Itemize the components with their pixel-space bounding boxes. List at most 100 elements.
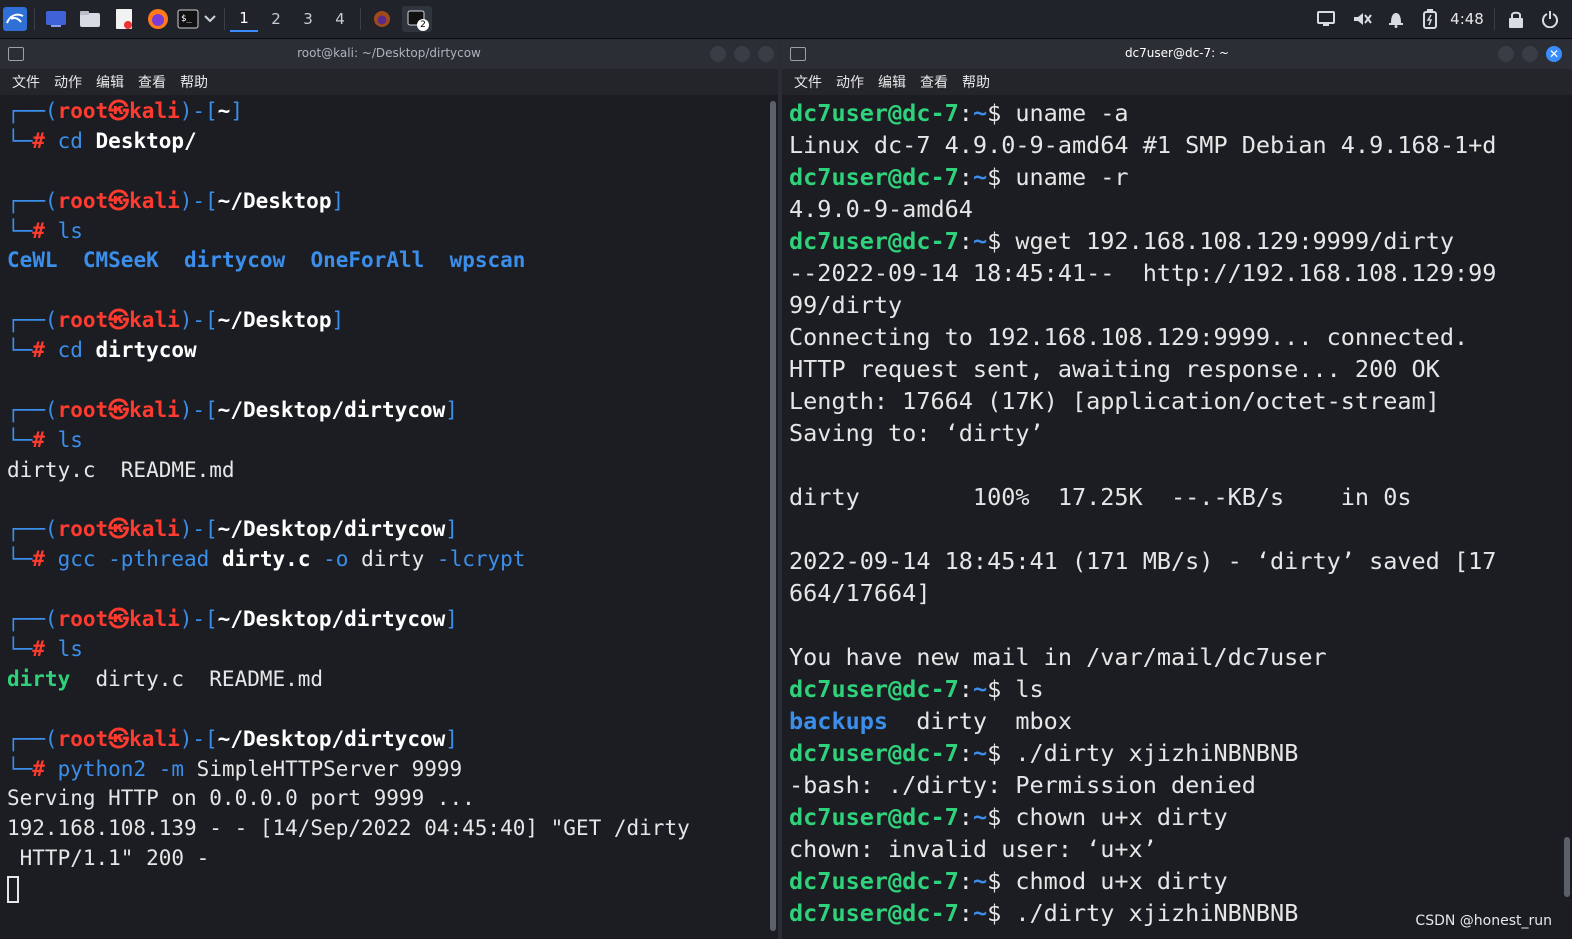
terminal-text: : <box>958 899 973 927</box>
menu-view[interactable]: 查看 <box>138 72 166 92</box>
display-icon[interactable] <box>1314 6 1338 32</box>
menu-help[interactable]: 帮助 <box>180 72 208 92</box>
terminal-line: dc7user@dc-7:~$ chmod u+x dirty <box>789 865 1496 897</box>
terminal-text: ~/Desktop/dirtycow <box>217 517 446 542</box>
maximize-button[interactable] <box>734 46 750 62</box>
menu-action[interactable]: 动作 <box>54 72 82 92</box>
terminal-line: -bash: ./dirty: Permission denied <box>789 769 1496 801</box>
terminal-text: )-[ <box>179 308 218 333</box>
dropdown-icon[interactable] <box>202 6 218 32</box>
terminal-task-button[interactable]: 2 <box>402 6 432 32</box>
terminal-text: ㉿ <box>108 607 130 632</box>
terminal-icon[interactable]: $_ <box>176 6 200 32</box>
terminal-text: -bash: ./dirty: Permission denied <box>789 771 1256 799</box>
terminal-line: ┌──(root㉿kali)-[~/Desktop] <box>7 306 690 336</box>
minimize-button[interactable] <box>1498 46 1514 62</box>
terminal-text: )-[ <box>179 99 218 123</box>
right-title-bar[interactable]: dc7user@dc-7: ~ ✕ <box>782 39 1572 69</box>
workspace-3[interactable]: 3 <box>294 6 322 32</box>
terminal-text: └─ <box>7 756 33 781</box>
terminal-text: cd <box>44 128 96 153</box>
left-terminal-output[interactable]: ┌──(root㉿kali)-[~] └─# cd Desktop/ ┌──(ro… <box>0 95 778 939</box>
power-icon[interactable] <box>1538 6 1562 32</box>
terminal-text: )-[ <box>179 726 218 751</box>
text-editor-icon[interactable] <box>112 6 136 32</box>
terminal-text: # <box>32 338 45 363</box>
menu-file[interactable]: 文件 <box>794 72 822 92</box>
menu-edit[interactable]: 编辑 <box>96 72 124 92</box>
terminal-text: dirty.c README.md <box>7 457 235 482</box>
terminal-text: └─ <box>7 427 33 452</box>
workspace-2[interactable]: 2 <box>262 6 290 32</box>
terminal-line: CeWL CMSeeK dirtycow OneForAll wpscan <box>7 246 690 276</box>
terminal-text: dc7user@dc-7 <box>789 739 959 767</box>
workspace-4[interactable]: 4 <box>326 6 354 32</box>
terminal-line: 664/17664] <box>789 577 1496 609</box>
terminal-text: cd <box>44 338 96 363</box>
terminal-text: : <box>958 867 973 895</box>
terminal-line: └─# cd dirtycow <box>7 336 690 366</box>
left-scrollbar-thumb[interactable] <box>770 101 776 931</box>
terminal-line: └─# cd Desktop/ <box>7 127 690 157</box>
mute-icon[interactable] <box>1350 6 1374 32</box>
terminal-text: ㉿ <box>108 397 130 422</box>
terminal-text: ~/Desktop <box>217 308 332 333</box>
workspace-1[interactable]: 1 <box>230 6 258 32</box>
terminal-text: ] <box>445 726 458 751</box>
terminal-text: kali <box>129 607 180 632</box>
file-manager-icon[interactable] <box>78 6 102 32</box>
right-scrollbar-thumb[interactable] <box>1564 837 1570 897</box>
menu-view[interactable]: 查看 <box>920 72 948 92</box>
close-button[interactable] <box>758 46 774 62</box>
terminal-line: Serving HTTP on 0.0.0.0 port 9999 ... <box>7 784 690 814</box>
terminal-text: └─ <box>7 338 33 363</box>
terminal-text: gcc -pthread <box>44 547 222 572</box>
clock[interactable]: 4:48 <box>1446 6 1488 32</box>
terminal-text: # <box>32 128 45 153</box>
terminal-text: ] <box>230 99 243 123</box>
terminal-text: dirty.c README.md <box>70 666 324 691</box>
terminal-line: HTTP request sent, awaiting response... … <box>789 353 1496 385</box>
terminal-text: ~/Desktop/dirtycow <box>217 607 446 632</box>
terminal-line: dirty 100% 17.25K --.-KB/s in 0s <box>789 481 1496 513</box>
terminal-text: ls <box>44 427 83 452</box>
menu-help[interactable]: 帮助 <box>962 72 990 92</box>
minimize-button[interactable] <box>710 46 726 62</box>
kali-menu-icon[interactable] <box>2 6 28 32</box>
terminal-text: ] <box>331 188 345 213</box>
terminal-text: root <box>57 726 109 751</box>
terminal-line: dirty dirty.c README.md <box>7 665 690 695</box>
maximize-button[interactable] <box>1522 46 1538 62</box>
terminal-text: dc7user@dc-7 <box>789 899 959 927</box>
terminal-text: ~ <box>972 803 988 831</box>
terminal-text: ] <box>445 517 458 542</box>
separator <box>360 8 361 30</box>
desktop-icon[interactable] <box>44 6 68 32</box>
bell-icon[interactable] <box>1384 6 1408 32</box>
left-window-title: root@kali: ~/Desktop/dirtycow <box>297 46 481 60</box>
terminal-text: kali <box>129 188 180 213</box>
menu-edit[interactable]: 编辑 <box>878 72 906 92</box>
terminal-text: root <box>57 99 109 123</box>
firefox-task-icon[interactable] <box>370 6 394 32</box>
lock-icon[interactable] <box>1504 6 1528 32</box>
terminal-text: $ ./dirty xjizhiNBNBNB <box>987 739 1299 767</box>
right-terminal-output[interactable]: dc7user@dc-7:~$ uname -a Linux dc-7 4.9.0… <box>782 95 1572 939</box>
menu-action[interactable]: 动作 <box>836 72 864 92</box>
terminal-line: dc7user@dc-7:~$ ./dirty xjizhiNBNBNB <box>789 737 1496 769</box>
terminal-text: Desktop/ <box>95 128 197 153</box>
terminal-text: ┌──( <box>7 188 58 213</box>
firefox-icon[interactable] <box>146 6 170 32</box>
close-button[interactable]: ✕ <box>1546 46 1562 62</box>
left-title-bar[interactable]: root@kali: ~/Desktop/dirtycow <box>0 39 778 69</box>
terminal-line: ┌──(root㉿kali)-[~/Desktop] <box>7 187 690 217</box>
terminal-text: ┌──( <box>7 308 58 333</box>
terminal-text: )-[ <box>179 607 218 632</box>
terminal-text: -o <box>310 547 362 572</box>
top-panel: $_ 1 2 3 4 2 4:48 <box>0 0 1572 39</box>
menu-file[interactable]: 文件 <box>12 72 40 92</box>
